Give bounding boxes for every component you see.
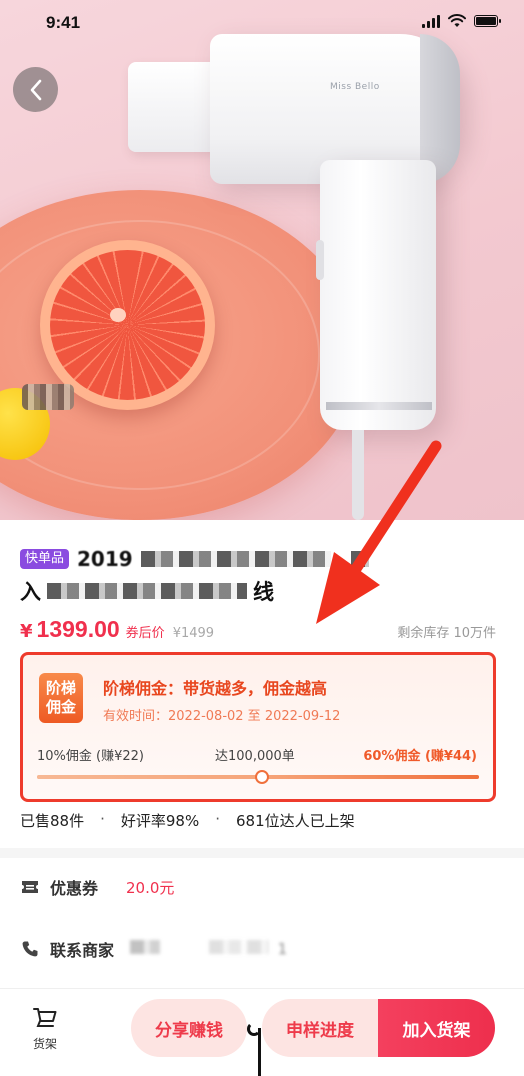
wifi-icon	[448, 14, 466, 28]
price-value: 1399.00	[36, 616, 120, 642]
signal-icon	[422, 14, 440, 28]
product-info-section: 快单品 2019 入 线 ¥ 1399.00 券后价 ¥1499 剩余库存 10…	[0, 520, 524, 850]
shelf-tab[interactable]: 货架	[22, 1005, 68, 1052]
product-title-line2-end: 线	[253, 580, 274, 604]
dryer-cord-graphic	[352, 430, 364, 520]
dryer-band-graphic	[326, 402, 432, 410]
commission-progress-knob	[255, 770, 270, 784]
brand-logo-text: Miss Bello	[330, 82, 380, 92]
sold-count: 已售88件	[20, 812, 85, 830]
coupon-value: 20.0元	[126, 878, 175, 897]
dryer-switch-graphic	[316, 240, 324, 280]
commission-badge: 阶梯 佣金	[39, 673, 83, 723]
phone-icon	[20, 939, 40, 959]
commission-title: 阶梯佣金：带货越多，佣金越高	[103, 679, 328, 698]
commission-badge-line1: 阶梯	[45, 679, 76, 697]
coupon-row[interactable]: 优惠券 20.0元	[20, 872, 174, 902]
price-row: ¥ 1399.00 券后价 ¥1499 剩余库存 10万件	[20, 616, 496, 646]
add-to-shelf-button[interactable]: 加入货架	[378, 999, 495, 1057]
grapefruit-core-graphic	[110, 308, 126, 322]
coupon-icon	[20, 877, 40, 897]
original-price: ¥1499	[172, 626, 215, 641]
blurred-thumbnail	[22, 384, 74, 410]
sample-progress-button[interactable]: 申样进度	[262, 999, 378, 1057]
status-time: 9:41	[46, 13, 81, 32]
product-title-line1: 2019	[77, 547, 133, 571]
merchant-phone-tail: 1	[277, 940, 292, 958]
rating: 好评率98%	[120, 812, 200, 830]
title-row: 快单品 2019	[20, 546, 504, 572]
title-mosaic-3	[47, 583, 247, 599]
share-earn-button[interactable]: 分享赚钱	[131, 999, 247, 1057]
phone-mosaic-2	[208, 940, 269, 954]
bottom-action-bar: 货架 分享赚钱 申样进度 加入货架	[0, 988, 524, 1076]
commission-valid-date: 有效时间：2022-08-02 至 2022-09-12	[103, 709, 341, 724]
quick-item-tag: 快单品	[20, 549, 70, 569]
section-divider	[0, 848, 524, 858]
coupon-label: 优惠券	[50, 879, 99, 898]
tiered-commission-card[interactable]: 阶梯 佣金 阶梯佣金：带货越多，佣金越高 有效时间：2022-08-02 至 2…	[20, 652, 496, 802]
price-after-coupon-label: 券后价	[125, 626, 165, 641]
phone-mosaic	[130, 940, 161, 954]
tier-high-label: 60%佣金 (赚¥44)	[363, 749, 477, 764]
title-row-2: 入 线	[20, 576, 274, 606]
product-title-line2-start: 入	[20, 580, 41, 604]
product-hero-image: Miss Bello	[0, 0, 524, 520]
stats-separator: ·	[215, 810, 220, 828]
remaining-stock: 剩余库存 10万件	[397, 626, 496, 641]
stats-separator: ·	[100, 810, 105, 828]
sales-stats-row: 已售88件 · 好评率98% · 681位达人已上架	[20, 810, 355, 831]
creators-count: 681位达人已上架	[236, 812, 355, 830]
battery-icon	[474, 15, 501, 27]
back-button[interactable]	[13, 67, 58, 112]
cart-icon	[33, 1008, 57, 1027]
shelf-label: 货架	[32, 1037, 57, 1051]
chevron-left-icon	[30, 79, 41, 100]
tier-low-label: 10%佣金 (赚¥22)	[37, 749, 144, 764]
contact-merchant-label: 联系商家	[50, 941, 115, 960]
commission-tiers: 10%佣金 (赚¥22) 达100,000单 60%佣金 (赚¥44)	[37, 745, 477, 765]
title-mosaic-2	[350, 551, 369, 567]
status-icons	[422, 14, 501, 28]
contact-merchant-row[interactable]: 联系商家 1	[20, 934, 291, 964]
merchant-phone-blurred: 1	[130, 940, 291, 958]
commission-badge-line2: 佣金	[45, 698, 76, 716]
dryer-handle-graphic	[320, 160, 436, 430]
title-mosaic	[140, 551, 331, 567]
action-button-group: 申样进度 加入货架	[262, 999, 495, 1057]
pointer-line-annotation	[258, 1028, 261, 1076]
tier-threshold-label: 达100,000单	[215, 749, 295, 764]
commission-progress-track	[37, 770, 479, 784]
price-currency: ¥	[20, 621, 33, 642]
grapefruit-flesh-graphic	[50, 250, 205, 400]
